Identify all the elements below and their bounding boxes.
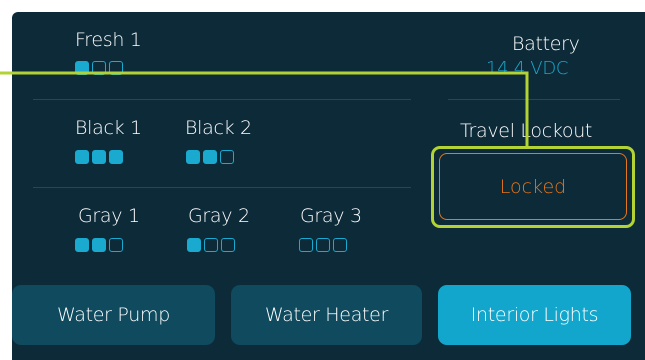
water-heater-button[interactable]: Water Heater bbox=[231, 285, 422, 345]
water-pump-button[interactable]: Water Pump bbox=[12, 285, 215, 345]
interior-lights-button[interactable]: Interior Lights bbox=[438, 285, 631, 345]
